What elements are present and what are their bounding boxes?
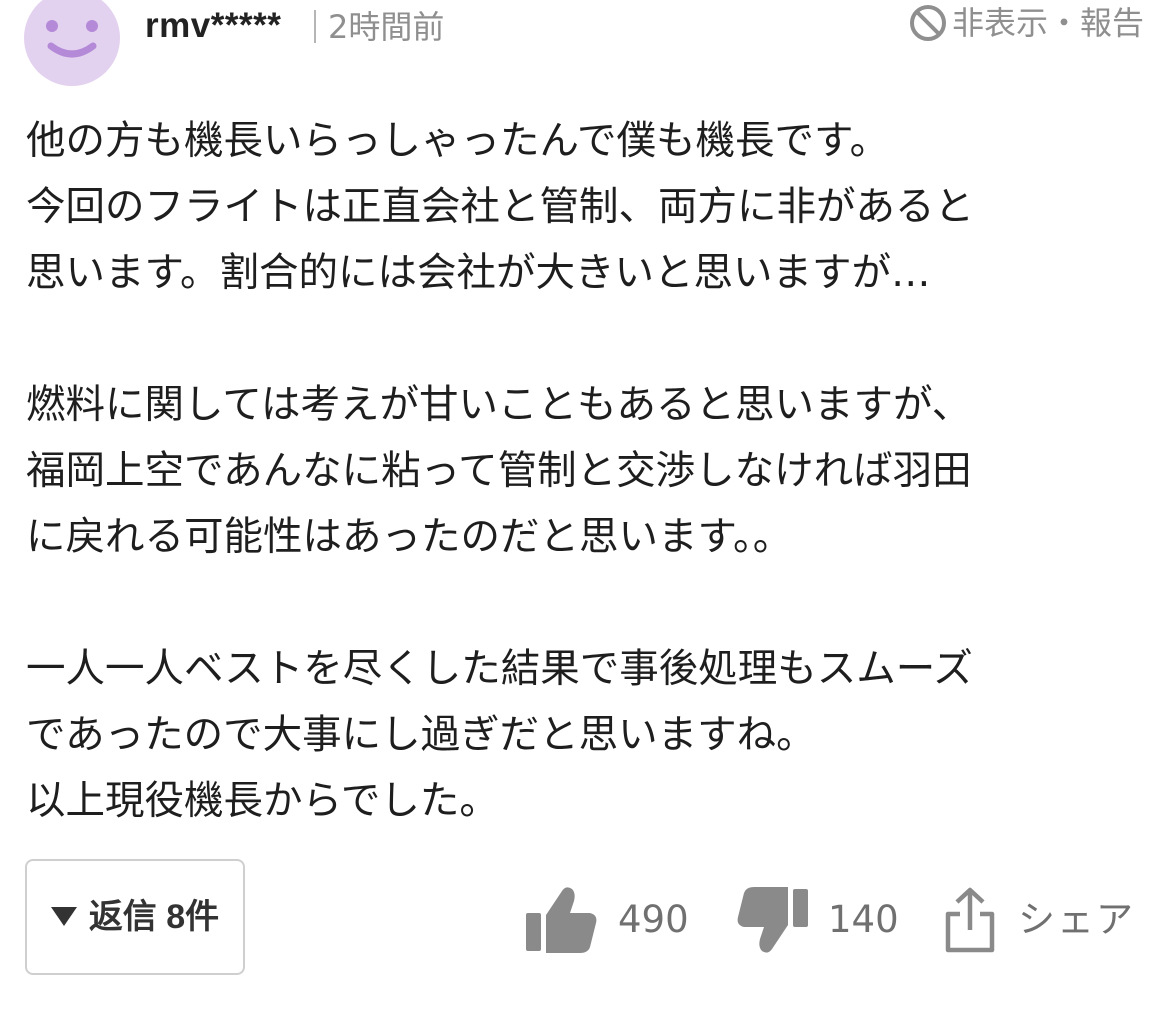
comment-line: 今回のフライトは正直会社と管制、両方に非があると	[26, 184, 974, 230]
comment-line: 他の方も機長いらっしゃったんで僕も機長です。	[26, 118, 890, 164]
timestamp: 2時間前	[328, 8, 445, 46]
comment-line	[26, 570, 1146, 636]
smiley-face-icon	[24, 0, 120, 86]
thumbs-down-icon	[737, 887, 808, 953]
comment-line: 燃料に関しては考えが甘いこともあると思いますが、	[26, 382, 972, 428]
share-button[interactable]: シェア	[944, 884, 1135, 956]
comment-body: 他の方も機長いらっしゃったんで僕も機長です。 今回のフライトは正直会社と管制、両…	[26, 108, 1146, 834]
thumbs-up-icon	[526, 887, 597, 953]
comment-line: 一人一人ベストを尽くした結果で事後処理もスムーズ	[26, 646, 973, 692]
replies-toggle-button[interactable]: 返信 8件	[25, 859, 245, 975]
comment-line: 思います。割合的には会社が大きいと思いますが…	[26, 250, 931, 296]
dislike-count: 140	[828, 898, 899, 941]
triangle-down-icon	[50, 907, 77, 926]
comment-line: 福岡上空であんなに粘って管制と交渉しなければ羽田	[26, 448, 972, 494]
username[interactable]: rmv*****	[145, 4, 281, 48]
prohibited-icon	[909, 5, 946, 41]
comment-line	[26, 306, 1146, 372]
like-button[interactable]: 490	[524, 884, 689, 956]
comment-line: であったので大事にし過ぎだと思いますね。	[26, 712, 816, 758]
share-label: シェア	[1018, 898, 1135, 941]
hide-report-button[interactable]: 非表示・報告	[908, 2, 1144, 44]
comment-header: rmv***** 2時間前 非表示・報告	[0, 0, 1170, 90]
hide-report-label: 非表示・報告	[951, 4, 1144, 42]
avatar	[24, 0, 120, 86]
dislike-button[interactable]: 140	[734, 884, 899, 956]
comment-line: 以上現役機長からでした。	[26, 778, 499, 824]
comment-line: に戻れる可能性はあったのだと思います。。	[26, 514, 793, 560]
header-divider	[314, 10, 316, 43]
replies-label: 返信 8件	[88, 898, 220, 936]
share-icon	[945, 887, 995, 953]
like-count: 490	[618, 898, 689, 941]
